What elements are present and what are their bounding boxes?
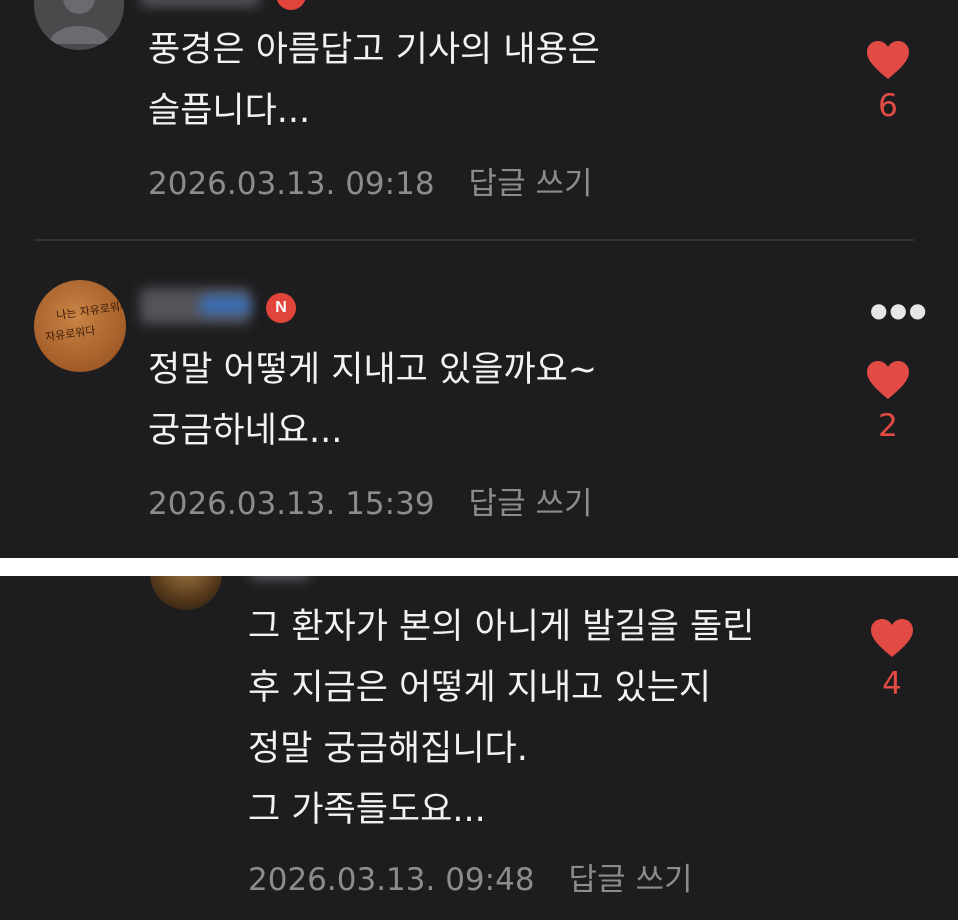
reply-button[interactable]: 답글 쓰기 [469, 486, 593, 522]
comment-line: 정말 어떻게 지내고 있을까요~ [148, 350, 598, 390]
comment-text: 그 환자가 본의 아니게 발길을 돌린 후 지금은 어떻게 지내고 있는지 정말… [248, 597, 754, 841]
comment-timestamp: 2026.03.13. 09:48 [248, 862, 535, 898]
comment-line: 그 가족들도요... [248, 790, 486, 830]
heart-icon [867, 41, 909, 79]
like-count: 6 [878, 88, 898, 124]
new-badge-icon [276, 0, 306, 10]
comment-timestamp: 2026.03.13. 09:18 [148, 166, 435, 202]
comment-panel-top: 풍경은 아름답고 기사의 내용은 슬픕니다... 2026.03.13. 09:… [0, 0, 958, 558]
comment-meta: 2026.03.13. 09:48 답글 쓰기 [248, 854, 692, 899]
comment-line: 정말 궁금해집니다. [248, 729, 528, 769]
heart-icon [867, 361, 909, 399]
avatar-text-line: 나는 자유로워다 [55, 299, 126, 322]
comment-line: 풍경은 아름답고 기사의 내용은 [148, 30, 600, 70]
like-button[interactable]: 4 [862, 618, 922, 702]
default-user-icon [49, 0, 109, 44]
avatar[interactable]: 나는 자유로워다 자유로워다 [34, 280, 126, 372]
comment-meta: 2026.03.13. 09:18 답글 쓰기 [148, 158, 592, 203]
username-blurred [140, 0, 260, 6]
comment-timestamp: 2026.03.13. 15:39 [148, 486, 435, 522]
comment-line: 후 지금은 어떻게 지내고 있는지 [248, 668, 712, 708]
divider [34, 239, 914, 241]
heart-icon [871, 619, 913, 657]
comment-line: 궁금하네요... [148, 411, 343, 451]
like-count: 2 [878, 408, 898, 444]
new-badge-icon: N [266, 293, 296, 323]
screenshot-separator [0, 558, 958, 576]
like-count: 4 [882, 666, 902, 702]
comment-text: 정말 어떻게 지내고 있을까요~ 궁금하네요... [148, 340, 597, 462]
like-button[interactable]: 2 [858, 360, 918, 444]
comment-line: 그 환자가 본의 아니게 발길을 돌린 [248, 607, 755, 647]
svg-text:자유로워다: 자유로워다 [44, 324, 96, 344]
comment-line: 슬픕니다... [148, 91, 311, 131]
username-blurred [250, 576, 310, 578]
comment-meta: 2026.03.13. 15:39 답글 쓰기 [148, 478, 592, 523]
username-blurred [200, 296, 250, 314]
like-button[interactable]: 6 [858, 40, 918, 124]
avatar-image: 나는 자유로워다 자유로워다 [44, 299, 126, 344]
reply-button[interactable]: 답글 쓰기 [469, 166, 593, 202]
comment-panel-bottom: 그 환자가 본의 아니게 발길을 돌린 후 지금은 어떻게 지내고 있는지 정말… [0, 576, 958, 920]
reply-button[interactable]: 답글 쓰기 [569, 862, 693, 898]
avatar[interactable] [34, 0, 124, 50]
avatar[interactable] [150, 576, 222, 610]
comment-text: 풍경은 아름답고 기사의 내용은 슬픕니다... [148, 20, 600, 142]
more-options-icon[interactable]: ●●● [870, 298, 928, 322]
